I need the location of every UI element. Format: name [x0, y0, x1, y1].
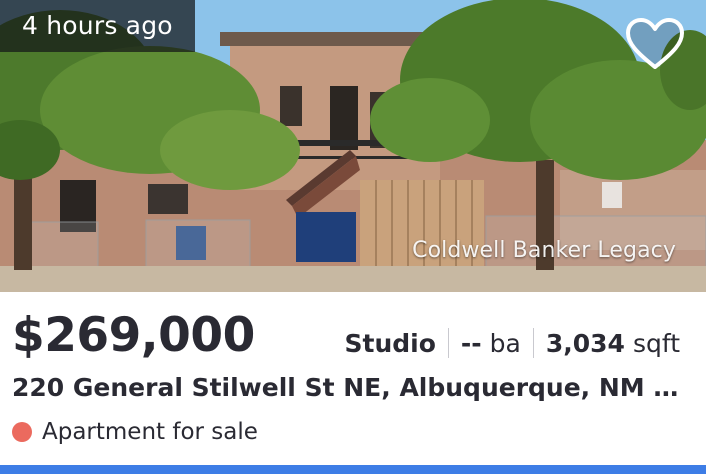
card-bottom-accent-bar	[0, 465, 706, 474]
listing-status: Apartment for sale	[12, 414, 258, 450]
baths-fact: -- ba	[461, 329, 521, 358]
facts-divider	[532, 328, 534, 358]
time-posted-badge: 4 hours ago	[0, 0, 195, 52]
heart-outline-icon[interactable]	[624, 16, 686, 72]
broker-watermark: Coldwell Banker Legacy	[412, 238, 676, 263]
baths-value: --	[460, 328, 482, 358]
sqft-unit: sqft	[632, 328, 680, 358]
listing-address[interactable]: 220 General Stilwell St NE, Albuquerque,…	[12, 370, 694, 406]
beds-fact: Studio	[344, 329, 435, 358]
sqft-fact: 3,034 sqft	[546, 329, 680, 358]
status-text: Apartment for sale	[42, 419, 258, 445]
listing-photo[interactable]: 4 hours ago Coldwell Banker Legacy	[0, 0, 706, 292]
baths-unit: ba	[489, 328, 521, 358]
facts-divider	[447, 328, 449, 358]
status-dot-icon	[12, 422, 32, 442]
listing-price: $269,000	[12, 308, 255, 363]
favorite-button[interactable]	[624, 16, 686, 72]
listing-card[interactable]: 4 hours ago Coldwell Banker Legacy $269,…	[0, 0, 706, 474]
sqft-value: 3,034	[545, 328, 625, 358]
beds-value: Studio	[344, 328, 436, 358]
listing-facts: Studio -- ba 3,034 sqft	[344, 324, 680, 362]
